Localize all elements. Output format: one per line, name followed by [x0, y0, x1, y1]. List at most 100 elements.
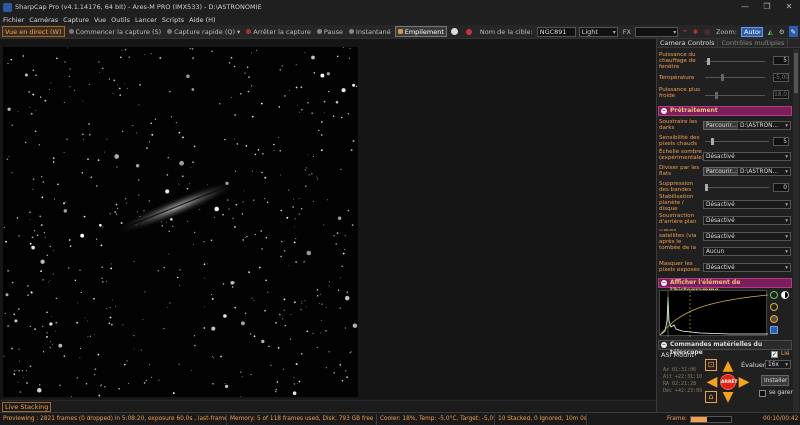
menu-scripts[interactable]: Scripts — [162, 16, 184, 24]
snapshot-button[interactable]: Instantané — [347, 26, 393, 37]
reset-icon[interactable] — [770, 303, 778, 311]
close-button[interactable]: ✕ — [778, 0, 800, 14]
darks-browse-button[interactable]: Parcourir... — [703, 121, 740, 130]
east-arrow-button[interactable]: ◀ — [705, 375, 719, 389]
star — [246, 235, 248, 238]
start-capture-button[interactable]: Commencer la capture (S) — [67, 26, 164, 37]
star — [94, 374, 96, 376]
menu-file[interactable]: Fichier — [3, 16, 24, 24]
target-input[interactable]: NGC891 — [536, 26, 576, 37]
scrollbar-thumb[interactable] — [794, 53, 798, 93]
contrast-icon[interactable] — [781, 291, 789, 299]
star — [254, 153, 257, 156]
spiral-search-icon[interactable]: ⊡ — [705, 359, 717, 371]
flats-path-select[interactable]: D:\ASTRON... — [737, 167, 791, 176]
exposed-pixels-select-1[interactable]: Aucun — [703, 247, 791, 256]
install-button[interactable]: Installer — [761, 375, 789, 386]
tab-camera-controls[interactable]: Camera Controls — [657, 39, 719, 47]
star — [32, 69, 35, 71]
reticle-icon[interactable]: ⌖ — [681, 26, 689, 37]
star — [116, 207, 119, 209]
collapse-icon[interactable]: − — [661, 342, 667, 348]
stacking-button[interactable]: Empilement — [394, 26, 447, 37]
star — [344, 248, 346, 250]
telescope-header[interactable]: − Commandes matérielles du télescope — [658, 340, 792, 356]
histogram-header[interactable]: − Afficher l'élément de l'histogramme — [658, 278, 792, 294]
background-select[interactable]: Désactivé — [703, 216, 791, 225]
park-checkbox[interactable] — [759, 390, 766, 397]
settings-icon[interactable]: ⚙ — [777, 26, 787, 37]
record-settings-icon[interactable] — [449, 26, 462, 37]
save-icon[interactable] — [770, 326, 778, 334]
star — [300, 353, 303, 355]
stabilisation-select[interactable]: Désactivé — [703, 200, 791, 209]
home-icon[interactable]: ⌂ — [705, 391, 717, 403]
banding-slider[interactable] — [705, 184, 769, 191]
quick-capture-button[interactable]: Capture rapide (Q) ▾ — [165, 26, 242, 37]
mask-select[interactable]: Désactivé — [703, 263, 791, 272]
frame-type-select[interactable]: Light — [578, 26, 618, 37]
panel-scrollbar[interactable] — [793, 49, 799, 411]
flats-browse-button[interactable]: Parcourir... — [703, 167, 740, 176]
star — [55, 321, 58, 324]
star — [307, 154, 309, 155]
menu-tools[interactable]: Outils — [111, 16, 130, 24]
west-arrow-button[interactable]: ▶ — [737, 375, 751, 389]
banding-value[interactable]: 0 — [773, 183, 789, 192]
maximize-button[interactable]: ❐ — [756, 0, 778, 14]
crosshair-icon[interactable]: ✱ — [691, 26, 700, 37]
pause-button[interactable]: Pause — [315, 26, 345, 37]
hotpixel-slider[interactable] — [705, 138, 769, 145]
pin-stretch-icon[interactable] — [770, 315, 778, 323]
star — [179, 160, 184, 166]
star — [96, 185, 98, 187]
star — [350, 149, 353, 152]
window-heater-value[interactable]: 5 — [773, 56, 789, 65]
star — [224, 138, 226, 141]
histogram-toggle-icon[interactable]: ◭ — [766, 26, 775, 37]
collapse-icon[interactable]: − — [661, 280, 667, 286]
slider-knob[interactable] — [705, 184, 708, 191]
menu-cameras[interactable]: Caméras — [29, 16, 58, 24]
temperature-slider[interactable] — [705, 74, 765, 81]
stop-button[interactable]: ARRÊT — [720, 374, 738, 390]
window-heater-slider[interactable] — [705, 58, 765, 65]
collapse-icon[interactable]: − — [661, 108, 667, 114]
menu-help[interactable]: Aide (H) — [189, 16, 215, 24]
south-arrow-button[interactable]: ▼ — [721, 390, 735, 404]
star — [133, 348, 135, 350]
menu-view[interactable]: Vue — [94, 16, 106, 24]
pin-icon[interactable]: ✎ — [788, 26, 798, 37]
slider-knob[interactable] — [711, 138, 714, 145]
focus-icon[interactable]: ◎ — [702, 26, 712, 37]
star — [280, 174, 282, 176]
star — [320, 121, 323, 123]
menu-capture[interactable]: Capture — [63, 16, 89, 24]
live-view-button[interactable]: Vue en direct (W) — [2, 26, 65, 37]
tab-multiple-controls[interactable]: Contrôles multiples — [718, 39, 789, 47]
darks-path-select[interactable]: D:\ASTRON... — [737, 121, 791, 130]
zoom-select[interactable]: Auto — [740, 26, 763, 37]
link-checkbox[interactable]: ✓ — [771, 351, 778, 358]
pretreatment-header[interactable]: − Prétraitement — [658, 106, 792, 116]
minimize-button[interactable]: — — [734, 0, 756, 14]
star — [289, 338, 292, 340]
captured-image[interactable] — [3, 47, 358, 397]
fx-select[interactable] — [634, 26, 679, 37]
cooler-power-value: 18,0 — [773, 90, 789, 99]
star — [242, 239, 244, 241]
slider-knob[interactable] — [721, 74, 724, 81]
live-stacking-tab[interactable]: Live Stacking — [2, 402, 52, 412]
slider-knob[interactable] — [707, 58, 710, 65]
rate-select[interactable]: 16x — [765, 360, 791, 369]
hotpixel-value[interactable]: 5 — [773, 137, 789, 146]
dark-scale-select[interactable]: Désactivé — [703, 152, 791, 161]
stop-capture-button[interactable]: Arrêter la capture — [244, 26, 313, 37]
star — [77, 302, 79, 304]
menu-launch[interactable]: Lancer — [135, 16, 157, 24]
histogram-graph[interactable] — [659, 290, 769, 337]
auto-stretch-icon[interactable] — [770, 291, 778, 299]
satellite-select[interactable]: Désactivé — [703, 232, 791, 241]
north-arrow-button[interactable]: ▲ — [721, 359, 735, 373]
target-icon[interactable] — [464, 26, 476, 37]
